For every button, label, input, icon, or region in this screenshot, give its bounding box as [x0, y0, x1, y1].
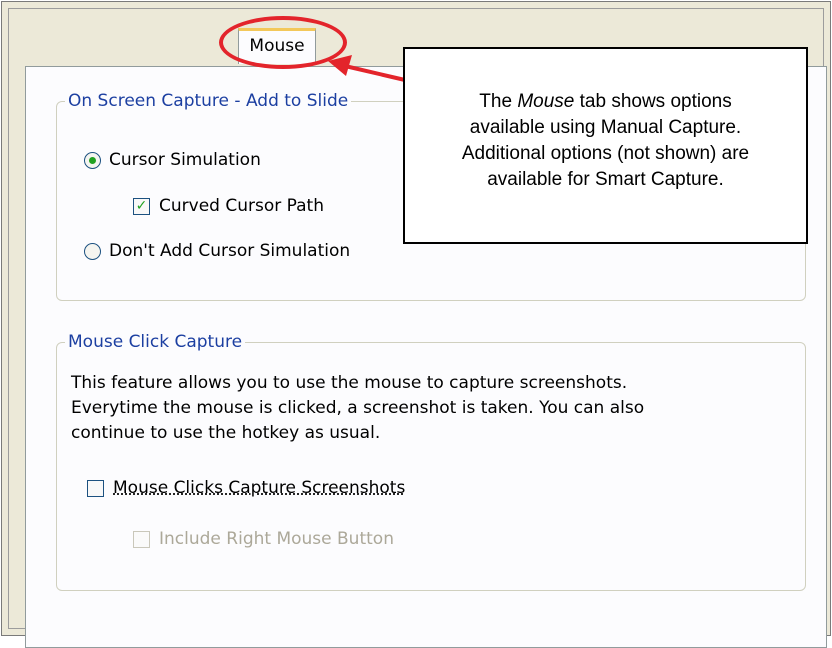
callout-box: The Mouse tab shows options available us…: [403, 47, 808, 244]
callout-line-3: Additional options (not shown) are: [461, 143, 750, 164]
callout-line-2: available using Manual Capture.: [469, 117, 742, 138]
callout-line-1: The Mouse tab shows options: [479, 91, 732, 112]
callout-line-4: available for Smart Capture.: [487, 169, 724, 190]
